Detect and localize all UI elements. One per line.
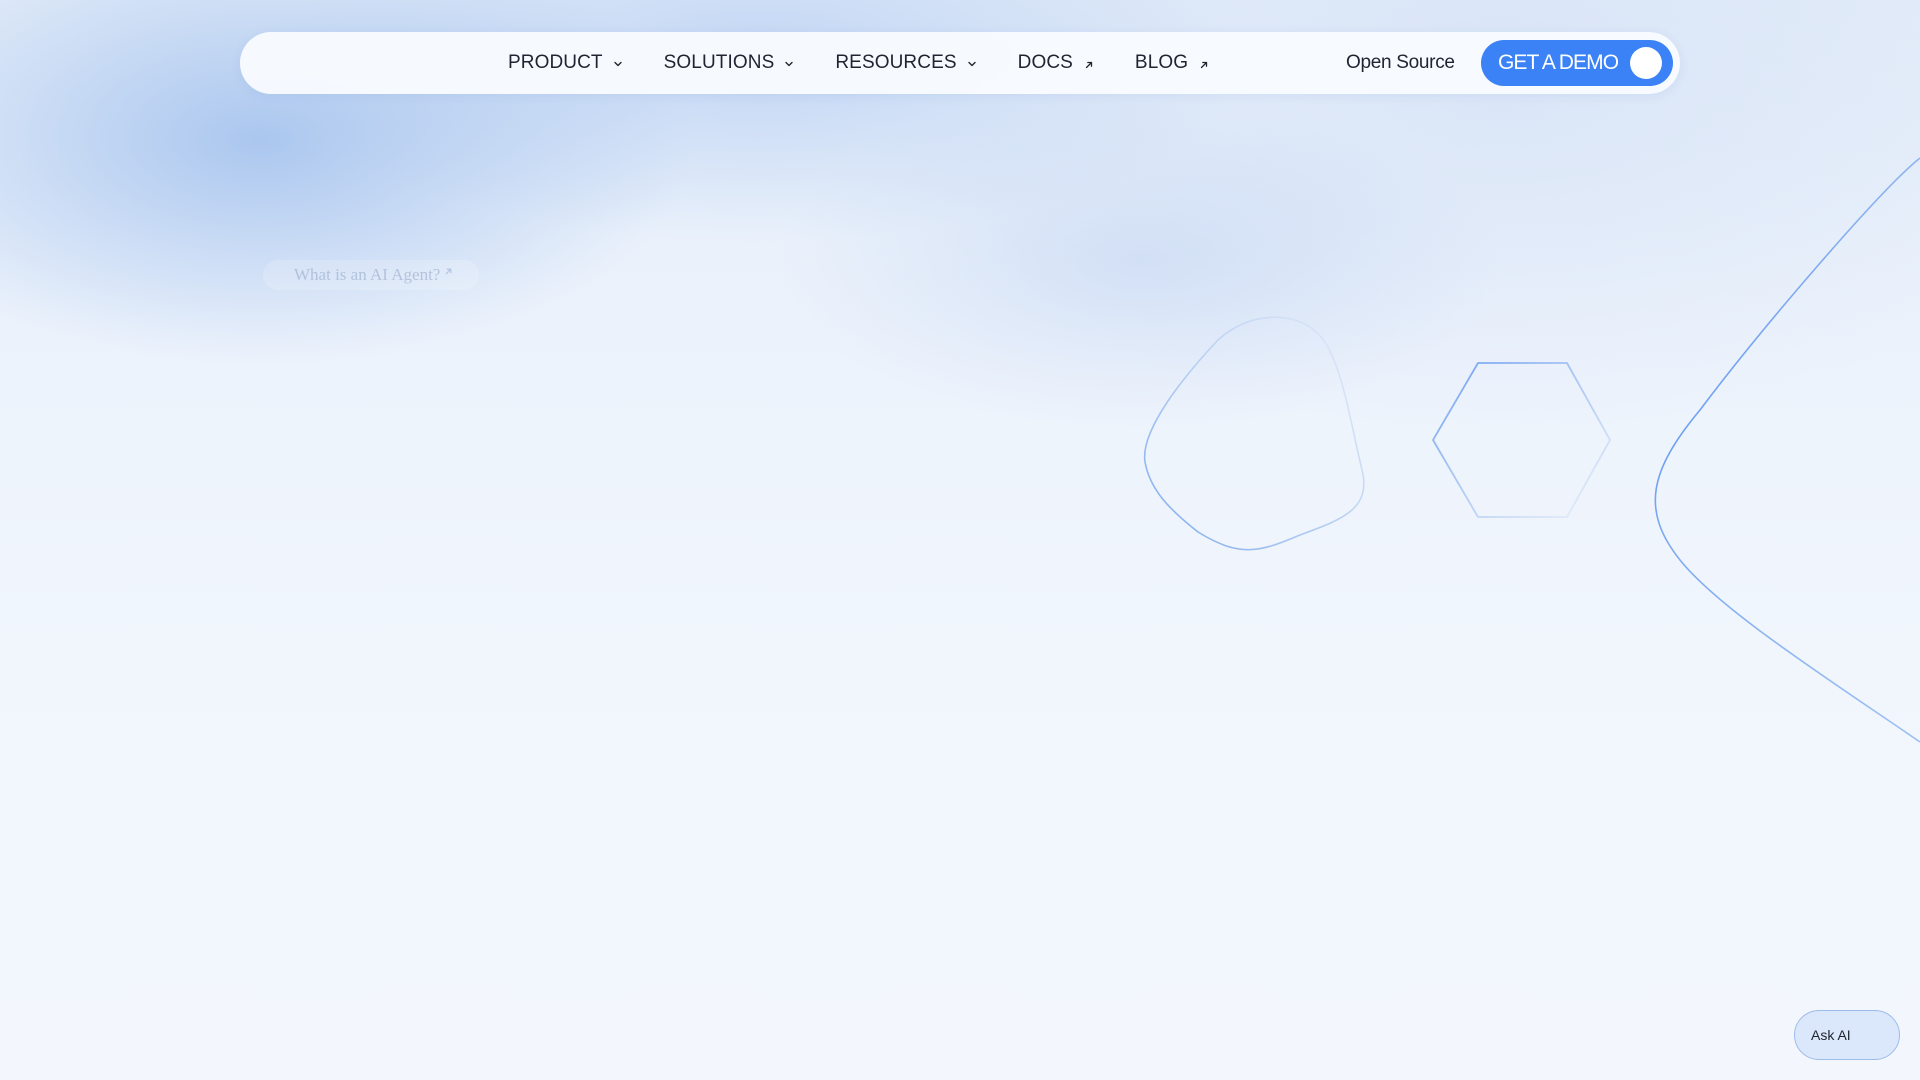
nav-item-product[interactable]: PRODUCT <box>508 52 623 74</box>
external-link-icon <box>446 268 452 274</box>
get-a-demo-label: GET A DEMO <box>1498 51 1619 74</box>
nav-item-label: RESOURCES <box>835 52 957 73</box>
chevron-down-icon <box>785 61 794 67</box>
decorative-shapes <box>1143 157 1920 743</box>
nav-item-solutions[interactable]: SOLUTIONS <box>664 52 795 74</box>
navbar: PRODUCT SOLUTIONS RESOURCES DOCS BLOG Op… <box>240 32 1680 94</box>
chevron-down-icon <box>613 61 622 67</box>
what-is-ai-agent-label: What is an AI Agent? <box>294 265 441 284</box>
nav-links: PRODUCT SOLUTIONS RESOURCES DOCS BLOG <box>508 32 1250 94</box>
nav-item-label: SOLUTIONS <box>663 52 775 73</box>
large-curve-shape <box>1654 157 1920 743</box>
circle-icon <box>1630 47 1662 79</box>
nav-item-label: PRODUCT <box>508 52 603 73</box>
chevron-down-icon <box>967 61 976 67</box>
ask-ai-label: Ask AI <box>1811 1027 1851 1043</box>
nav-item-docs[interactable]: DOCS <box>1018 52 1094 74</box>
external-link-icon <box>1200 61 1208 68</box>
nav-item-blog[interactable]: BLOG <box>1135 52 1209 74</box>
nav-item-resources[interactable]: RESOURCES <box>835 52 976 74</box>
blob-shape <box>1143 316 1365 551</box>
open-source-link[interactable]: Open Source <box>1346 32 1455 94</box>
ask-ai-button[interactable]: Ask AI <box>1794 1010 1900 1060</box>
hexagon-shape <box>1432 362 1611 518</box>
what-is-ai-agent-link[interactable]: What is an AI Agent? <box>263 260 479 290</box>
nav-item-label: BLOG <box>1134 52 1189 73</box>
nav-item-label: DOCS <box>1017 52 1073 73</box>
external-link-icon <box>1085 61 1093 68</box>
get-a-demo-button[interactable]: GET A DEMO <box>1481 40 1673 86</box>
